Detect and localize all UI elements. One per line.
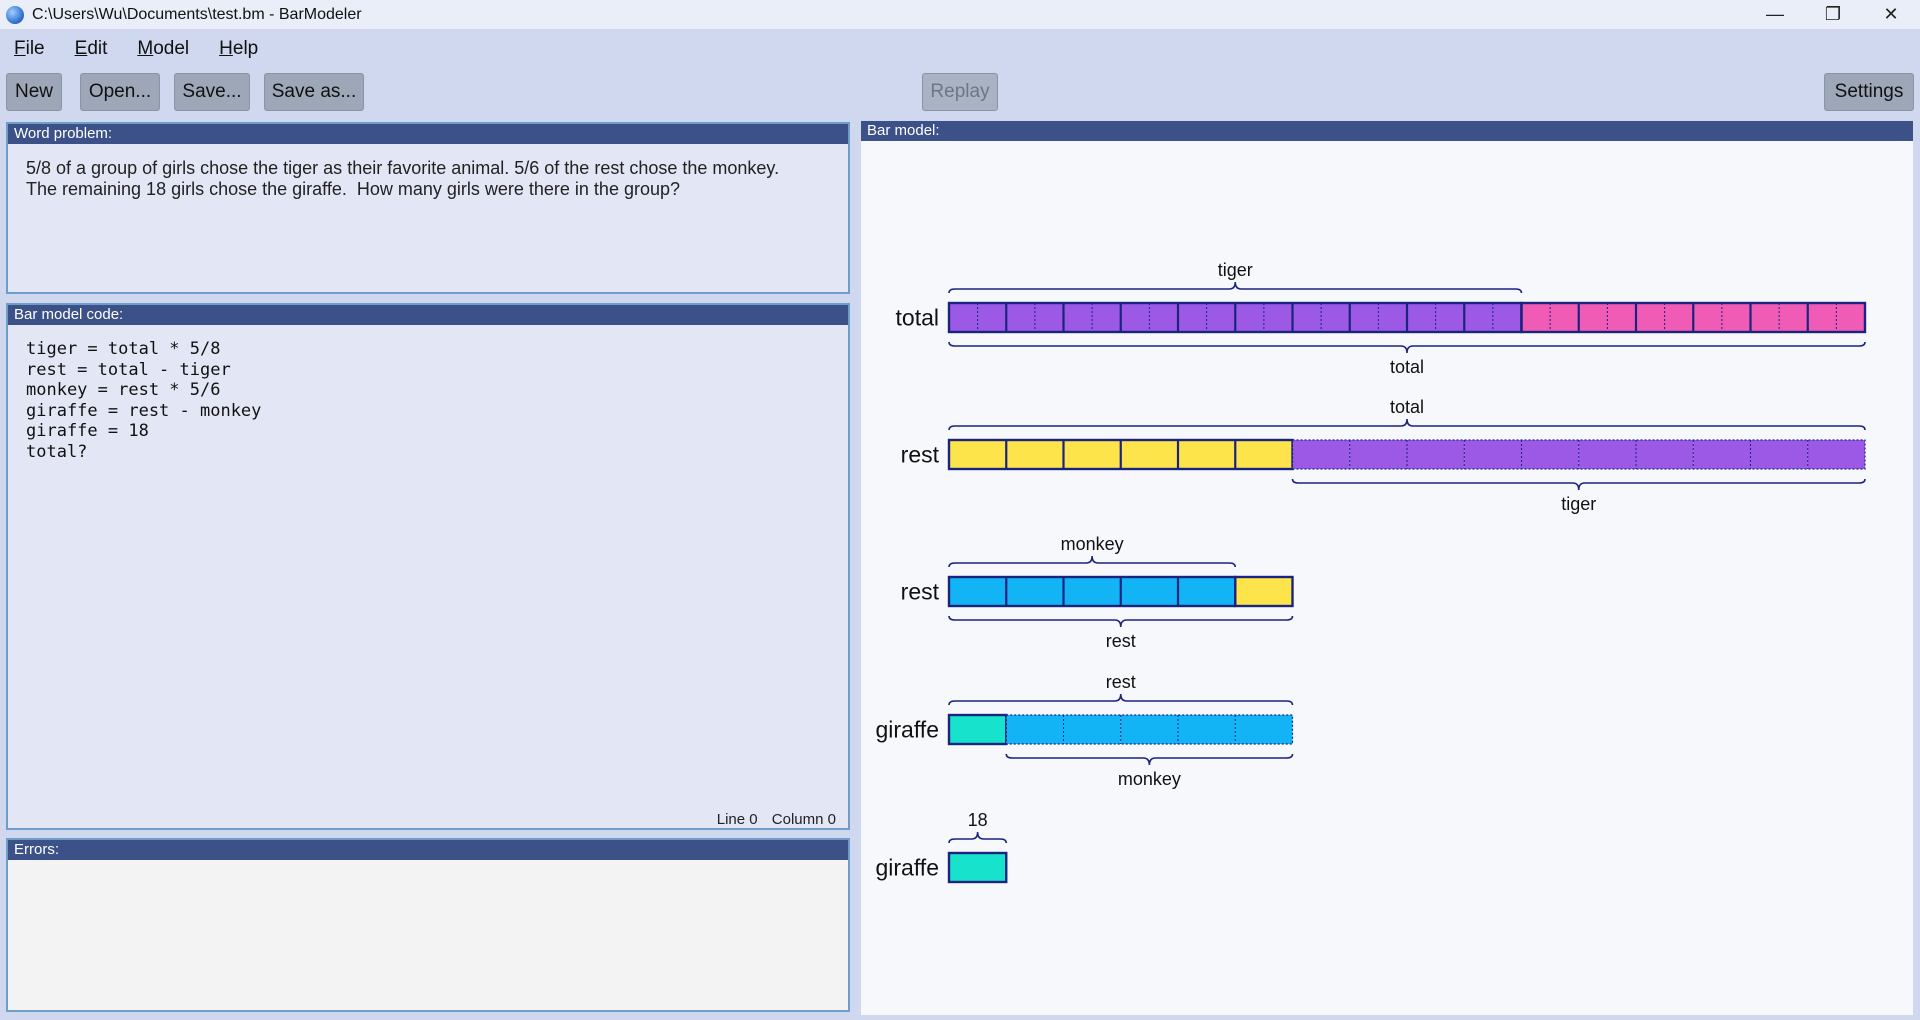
save-as-button[interactable]: Save as... [264,73,364,111]
menu-edit-label: dit [87,38,108,59]
bar-cell [1235,440,1293,469]
bar-cell [1063,577,1121,606]
code-editor[interactable]: tiger = total * 5/8 rest = total - tiger… [26,339,828,462]
top-brace [948,281,1523,294]
menu-model[interactable]: Model [137,38,189,60]
status-column: Column 0 [771,811,836,828]
bar-cell [1235,577,1293,606]
menu-bar: File Edit Model Help [0,29,1920,69]
restore-button[interactable]: ❐ [1804,0,1862,29]
row-label: giraffe [875,717,939,743]
bottom-brace-label: total [1390,357,1424,377]
bottom-brace [1291,478,1866,491]
bar-cell [1578,440,1636,469]
open-button[interactable]: Open... [80,73,160,111]
menu-model-accel: M [137,38,154,59]
bar-cell [949,577,1007,606]
bar-cell [1292,440,1350,469]
bar-cell [949,715,1007,744]
top-brace [948,555,1237,568]
app-logo-icon [6,5,24,24]
menu-file[interactable]: File [14,38,45,60]
top-brace-label: monkey [1061,534,1124,554]
bar-cell [1006,715,1064,744]
top-brace [948,693,1294,706]
bottom-brace-label: monkey [1118,769,1181,789]
bar-cell [1063,440,1121,469]
row-label: rest [901,579,940,605]
bar-cell [1807,440,1865,469]
bar-cell [1750,440,1808,469]
word-problem-panel: Word problem: 5/8 of a group of girls ch… [6,122,850,294]
menu-edit-accel: E [74,38,88,59]
bar-cell [1120,440,1178,469]
bar-cell [1178,577,1236,606]
bar-cell [1063,715,1121,744]
save-button[interactable]: Save... [174,73,250,111]
menu-file-label: ile [25,38,45,59]
window-title: C:\Users\Wu\Documents\test.bm - BarModel… [32,5,362,23]
bottom-brace-label: rest [1106,631,1136,651]
word-problem-text[interactable]: 5/8 of a group of girls chose the tiger … [26,158,828,200]
bottom-brace [1005,753,1294,766]
code-panel: Bar model code: tiger = total * 5/8 rest… [6,303,850,830]
menu-help-label: elp [232,38,259,59]
bar-cell [1178,440,1236,469]
menu-file-accel: F [14,38,26,59]
bottom-brace [948,615,1294,628]
row-label: giraffe [875,855,939,881]
top-brace-label: 18 [968,810,988,830]
title-bar: C:\Users\Wu\Documents\test.bm - BarModel… [0,0,1920,29]
close-button[interactable]: ✕ [1862,0,1920,29]
errors-panel: Errors: [6,838,850,1012]
replay-button[interactable]: Replay [922,73,998,111]
errors-header: Errors: [8,840,848,860]
bar-cell [1464,440,1522,469]
bar-cell [1120,715,1178,744]
cursor-status: Line 0 Column 0 [707,811,836,828]
bar-model-canvas: total tiger total rest total tiger rest monkey r… [875,260,1867,884]
menu-edit[interactable]: Edit [75,38,108,60]
bar-cell [1349,440,1407,469]
bar-cell [1693,440,1751,469]
top-brace [948,831,1008,844]
settings-button[interactable]: Settings [1824,73,1914,111]
bottom-brace-label: tiger [1561,494,1596,514]
bar-cell [1636,440,1694,469]
status-line: Line 0 [716,811,758,828]
bar-cell [1235,715,1293,744]
bar-cell [1178,715,1236,744]
word-problem-header: Word problem: [8,124,848,144]
bar-cell [949,440,1007,469]
row-label: rest [901,442,940,468]
menu-model-label: odel [153,38,190,59]
bar-cell [1120,577,1178,606]
bar-cell [949,853,1007,882]
bar-cell [1006,440,1064,469]
bar-cell [1521,440,1579,469]
menu-help-accel: H [219,38,233,59]
top-brace-label: tiger [1218,260,1253,280]
top-brace-label: rest [1106,672,1136,692]
bottom-brace [948,341,1866,354]
minimize-button[interactable]: — [1746,0,1804,29]
bar-cell [1407,440,1465,469]
menu-help[interactable]: Help [219,38,258,60]
row-label: total [896,305,939,331]
bar-model-header: Bar model: [861,121,1913,141]
new-button[interactable]: New [6,73,62,111]
top-brace-label: total [1390,397,1424,417]
bar-cell [1006,577,1064,606]
top-brace [948,418,1866,431]
code-header: Bar model code: [8,305,848,325]
toolbar: New Open... Save... Save as... Replay Se… [0,73,1920,111]
bar-model-panel: Bar model: total tiger total rest total tiger… [860,120,1914,1016]
